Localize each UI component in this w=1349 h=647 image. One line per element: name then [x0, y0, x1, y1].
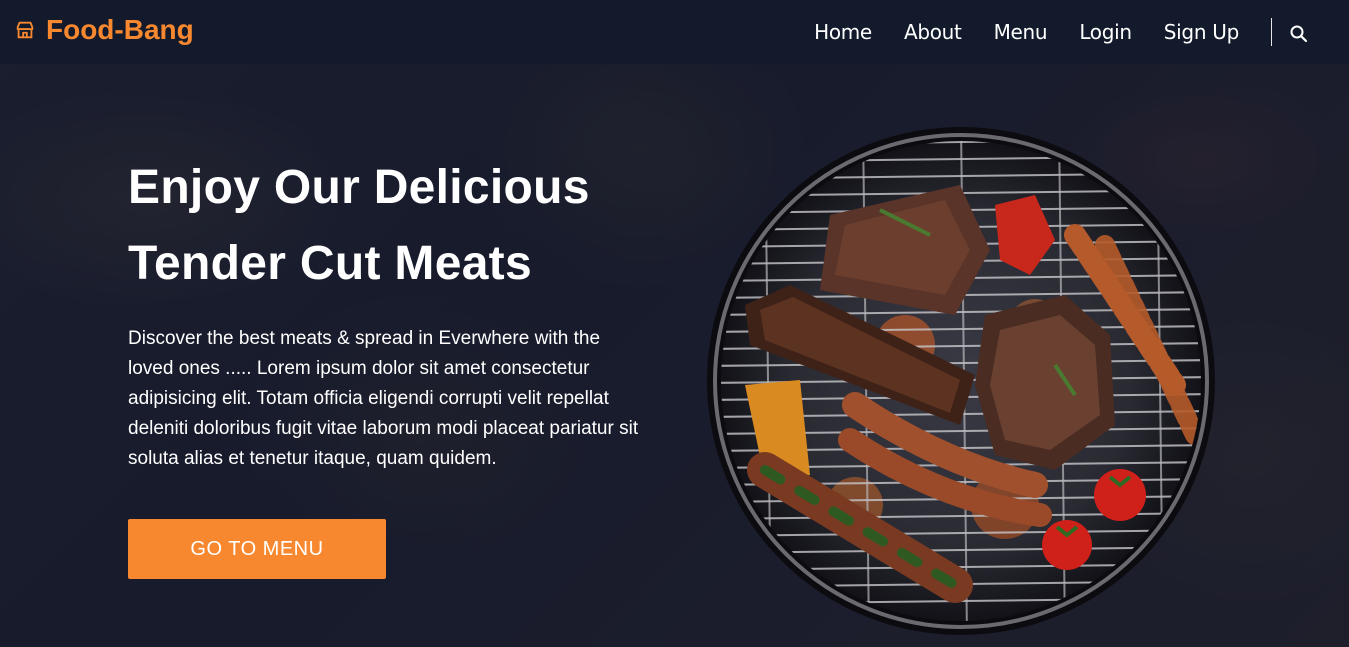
nav-divider — [1271, 18, 1272, 46]
grill-image — [705, 125, 1217, 637]
store-icon — [16, 21, 34, 39]
search-icon — [1290, 25, 1308, 43]
go-to-menu-button[interactable]: GO TO MENU — [128, 519, 386, 579]
nav-link-login[interactable]: Login — [1079, 20, 1132, 44]
search-button[interactable] — [1289, 24, 1309, 44]
nav-menu: Home About Menu Login Sign Up — [814, 20, 1239, 44]
hero-description: Discover the best meats & spread in Ever… — [128, 328, 639, 469]
nav-link-menu[interactable]: Menu — [994, 20, 1048, 44]
nav-link-signup[interactable]: Sign Up — [1164, 20, 1240, 44]
brand-name: Food-Bang — [46, 14, 194, 45]
hero-headline: Enjoy Our Delicious Tender Cut Meats — [128, 150, 648, 302]
brand-logo[interactable]: Food-Bang — [14, 12, 194, 48]
nav-link-about[interactable]: About — [904, 20, 962, 44]
hero-content: Enjoy Our Delicious Tender Cut Meats Dis… — [128, 150, 648, 474]
nav-link-home[interactable]: Home — [814, 20, 872, 44]
headline-line-2: Tender Cut Meats — [128, 237, 532, 290]
navbar: Food-Bang Home About Menu Login Sign Up — [0, 0, 1349, 64]
headline-line-1: Enjoy Our Delicious — [128, 161, 590, 214]
